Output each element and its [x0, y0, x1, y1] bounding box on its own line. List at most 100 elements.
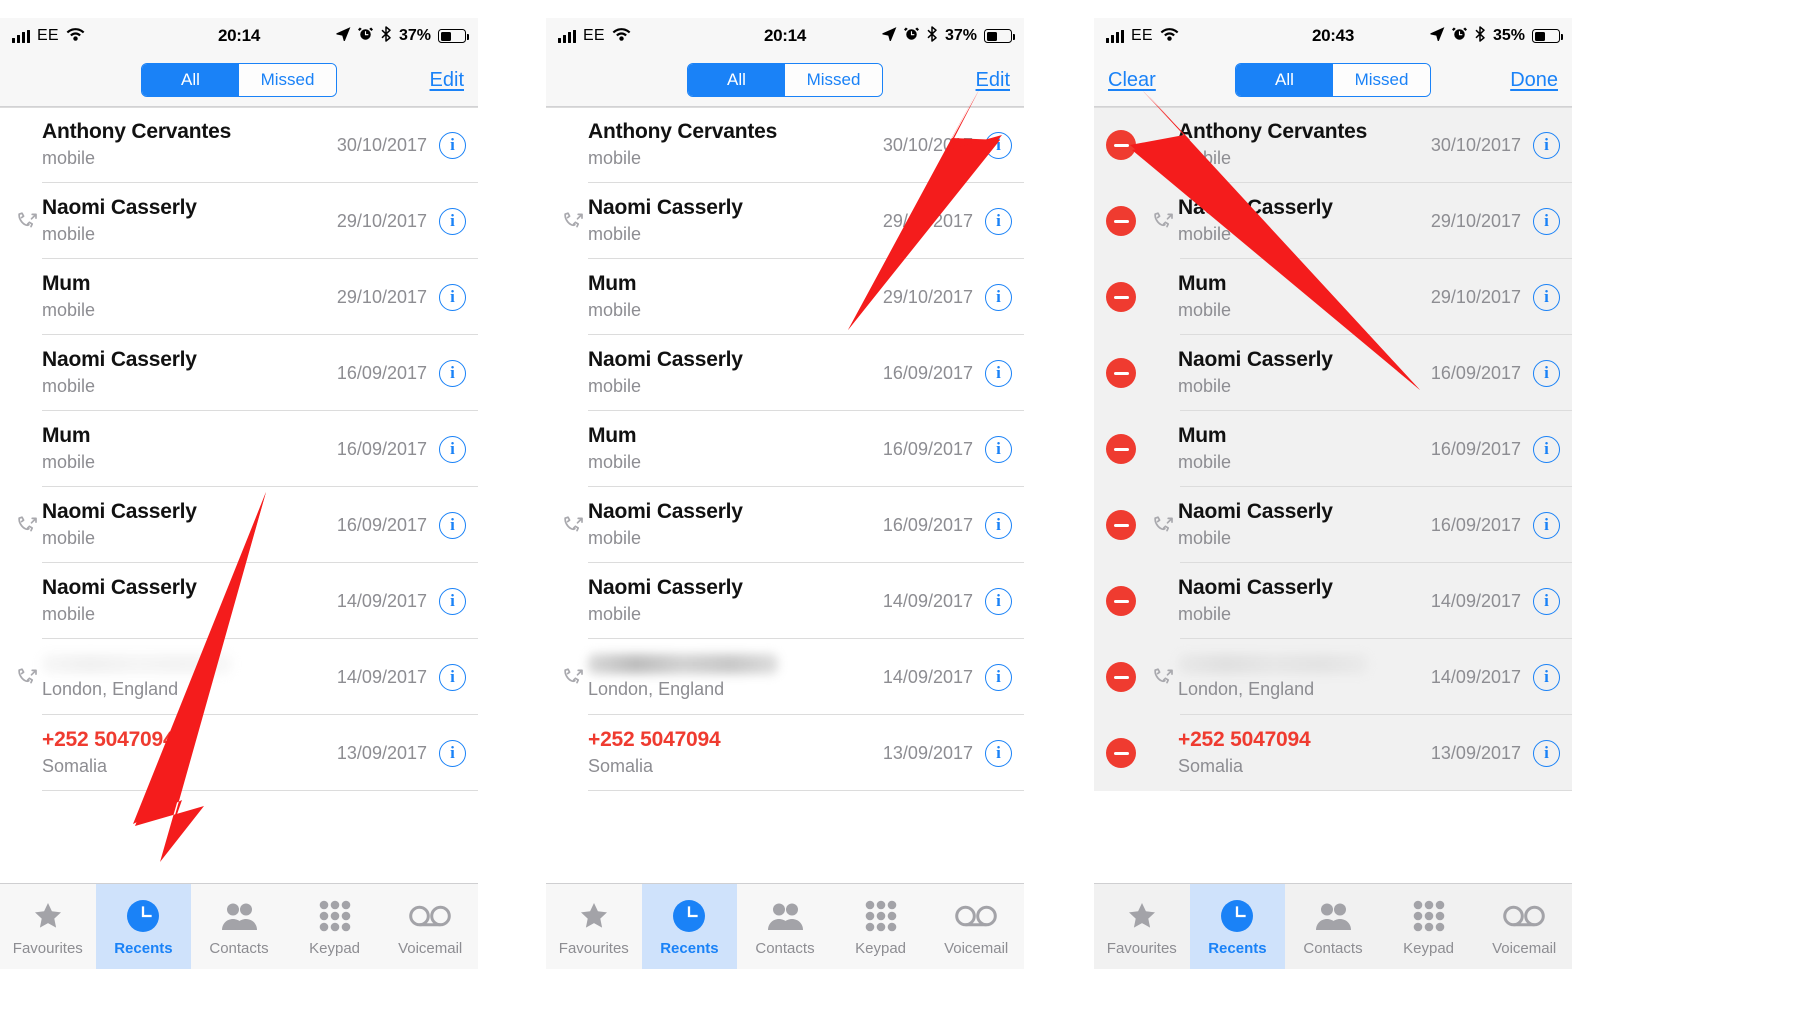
info-button[interactable]: i: [1533, 511, 1560, 539]
call-log-row[interactable]: Naomi Casserly mobile 16/09/2017 i: [0, 487, 478, 563]
tab-recents[interactable]: Recents: [1189, 884, 1286, 969]
call-log-row[interactable]: Naomi Casserly mobile 29/10/2017 i: [1094, 183, 1572, 259]
info-button[interactable]: i: [1533, 663, 1560, 691]
call-log-row[interactable]: Mum mobile 29/10/2017 i: [1094, 259, 1572, 335]
call-row-text: London, England: [42, 653, 337, 701]
segment-all[interactable]: All: [142, 64, 239, 96]
delete-row-button[interactable]: [1106, 586, 1136, 616]
tab-keypad[interactable]: Keypad: [833, 884, 929, 969]
contact-detail: mobile: [588, 604, 642, 625]
call-log-row[interactable]: Naomi Casserly mobile 16/09/2017 i: [1094, 335, 1572, 411]
call-direction-icon-slot: [1148, 513, 1178, 537]
info-button[interactable]: i: [985, 663, 1012, 691]
call-log-row[interactable]: Mum mobile 16/09/2017 i: [546, 411, 1024, 487]
tab-contacts[interactable]: Contacts: [737, 884, 833, 969]
segment-missed[interactable]: Missed: [239, 64, 336, 96]
delete-row-button[interactable]: [1106, 738, 1136, 768]
recents-list: Anthony Cervantes mobile 30/10/2017 i Naomi …: [546, 107, 1024, 791]
info-button[interactable]: i: [985, 511, 1012, 539]
tab-favourites[interactable]: Favourites: [0, 884, 96, 969]
call-log-row[interactable]: Naomi Casserly mobile 16/09/2017 i: [546, 335, 1024, 411]
segment-missed[interactable]: Missed: [785, 64, 882, 96]
call-row-text: Mum mobile: [42, 272, 337, 321]
call-log-row[interactable]: Naomi Casserly mobile 29/10/2017 i: [546, 183, 1024, 259]
tab-favourites[interactable]: Favourites: [1094, 884, 1190, 969]
info-button[interactable]: i: [985, 587, 1012, 615]
info-button[interactable]: i: [985, 283, 1012, 311]
info-button[interactable]: i: [1533, 283, 1560, 311]
info-button[interactable]: i: [439, 359, 466, 387]
call-log-row[interactable]: Mum mobile 16/09/2017 i: [0, 411, 478, 487]
delete-row-button[interactable]: [1106, 358, 1136, 388]
call-log-row[interactable]: Naomi Casserly mobile 14/09/2017 i: [0, 563, 478, 639]
info-button[interactable]: i: [439, 207, 466, 235]
info-button[interactable]: i: [439, 435, 466, 463]
info-button[interactable]: i: [1533, 435, 1560, 463]
info-button[interactable]: i: [985, 359, 1012, 387]
call-log-row[interactable]: +252 5047094 Somalia 13/09/2017 i: [0, 715, 478, 791]
delete-row-button[interactable]: [1106, 510, 1136, 540]
tab-contacts[interactable]: Contacts: [1285, 884, 1381, 969]
contact-name: Mum: [42, 424, 91, 448]
call-log-row[interactable]: Mum mobile 29/10/2017 i: [546, 259, 1024, 335]
call-log-row[interactable]: Mum mobile 16/09/2017 i: [1094, 411, 1572, 487]
info-button[interactable]: i: [439, 663, 466, 691]
tab-recents[interactable]: Recents: [95, 884, 192, 969]
info-button[interactable]: i: [439, 283, 466, 311]
call-log-row[interactable]: Naomi Casserly mobile 16/09/2017 i: [546, 487, 1024, 563]
info-button[interactable]: i: [1533, 131, 1560, 159]
delete-row-button[interactable]: [1106, 206, 1136, 236]
call-log-row[interactable]: Naomi Casserly mobile 16/09/2017 i: [0, 335, 478, 411]
info-button[interactable]: i: [1533, 739, 1560, 767]
info-button[interactable]: i: [439, 739, 466, 767]
call-direction-icon-slot: [558, 665, 588, 689]
segment-all[interactable]: All: [688, 64, 785, 96]
info-button[interactable]: i: [1533, 207, 1560, 235]
call-log-row[interactable]: London, England 14/09/2017 i: [0, 639, 478, 715]
done-button[interactable]: Done: [1510, 69, 1558, 92]
segmented-control[interactable]: All Missed: [687, 63, 883, 97]
info-button[interactable]: i: [985, 435, 1012, 463]
delete-row-button[interactable]: [1106, 434, 1136, 464]
edit-button[interactable]: Edit: [976, 69, 1010, 92]
info-button[interactable]: i: [1533, 359, 1560, 387]
call-date: 29/10/2017: [1430, 210, 1521, 231]
info-button[interactable]: i: [985, 739, 1012, 767]
call-log-row[interactable]: Naomi Casserly mobile 14/09/2017 i: [546, 563, 1024, 639]
call-log-row[interactable]: Anthony Cervantes mobile 30/10/2017 i: [1094, 107, 1572, 183]
call-log-row[interactable]: +252 5047094 Somalia 13/09/2017 i: [1094, 715, 1572, 791]
tab-voicemail[interactable]: Voicemail: [382, 884, 478, 969]
call-log-row[interactable]: Anthony Cervantes mobile 30/10/2017 i: [0, 107, 478, 183]
tab-keypad[interactable]: Keypad: [287, 884, 383, 969]
segment-all[interactable]: All: [1236, 64, 1333, 96]
call-log-row[interactable]: London, England 14/09/2017 i: [1094, 639, 1572, 715]
info-button[interactable]: i: [985, 131, 1012, 159]
tab-keypad[interactable]: Keypad: [1381, 884, 1477, 969]
tab-label: Favourites: [12, 940, 83, 957]
delete-row-button[interactable]: [1106, 282, 1136, 312]
info-button[interactable]: i: [439, 511, 466, 539]
info-button[interactable]: i: [439, 131, 466, 159]
edit-button[interactable]: Edit: [430, 69, 464, 92]
call-log-row[interactable]: Naomi Casserly mobile 14/09/2017 i: [1094, 563, 1572, 639]
info-button[interactable]: i: [985, 207, 1012, 235]
call-log-row[interactable]: +252 5047094 Somalia 13/09/2017 i: [546, 715, 1024, 791]
segment-missed[interactable]: Missed: [1333, 64, 1430, 96]
delete-row-button[interactable]: [1106, 130, 1136, 160]
clear-button[interactable]: Clear: [1108, 69, 1156, 92]
call-log-row[interactable]: Anthony Cervantes mobile 30/10/2017 i: [546, 107, 1024, 183]
info-button[interactable]: i: [1533, 587, 1560, 615]
call-log-row[interactable]: Naomi Casserly mobile 16/09/2017 i: [1094, 487, 1572, 563]
segmented-control[interactable]: All Missed: [1235, 63, 1431, 97]
tab-recents[interactable]: Recents: [641, 884, 738, 969]
segmented-control[interactable]: All Missed: [141, 63, 337, 97]
tab-voicemail[interactable]: Voicemail: [928, 884, 1024, 969]
call-log-row[interactable]: London, England 14/09/2017 i: [546, 639, 1024, 715]
tab-voicemail[interactable]: Voicemail: [1476, 884, 1572, 969]
call-log-row[interactable]: Naomi Casserly mobile 29/10/2017 i: [0, 183, 478, 259]
tab-contacts[interactable]: Contacts: [191, 884, 287, 969]
delete-row-button[interactable]: [1106, 662, 1136, 692]
tab-favourites[interactable]: Favourites: [546, 884, 642, 969]
call-log-row[interactable]: Mum mobile 29/10/2017 i: [0, 259, 478, 335]
info-button[interactable]: i: [439, 587, 466, 615]
